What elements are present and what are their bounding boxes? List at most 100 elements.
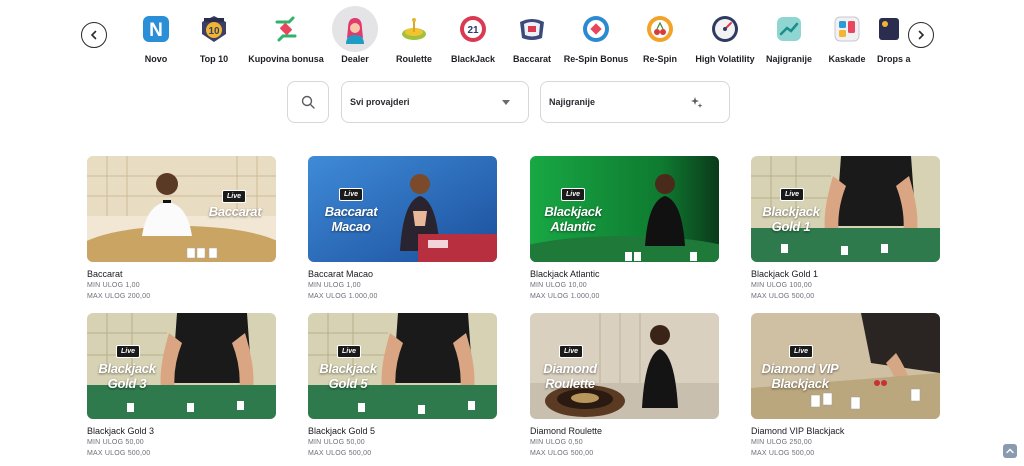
chevron-right-icon xyxy=(918,30,925,40)
category-roulette[interactable]: Roulette xyxy=(388,6,440,70)
scroll-to-top-button[interactable] xyxy=(1003,444,1017,458)
game-min-bet: MIN ULOG 250,00 xyxy=(751,439,812,446)
prev-categories-button[interactable] xyxy=(81,22,107,48)
thumbnail-title: Diamond Roulette xyxy=(543,361,597,391)
live-badge: Live xyxy=(222,190,246,203)
provider-select[interactable]: Svi provajderi xyxy=(341,81,529,123)
game-thumbnail: Live Baccarat xyxy=(87,156,276,262)
game-max-bet: MAX ULOG 200,00 xyxy=(87,293,151,300)
game-name: Blackjack Gold 3 xyxy=(87,426,155,436)
category-label: BlackJack xyxy=(450,54,496,64)
game-max-bet: MAX ULOG 500,00 xyxy=(530,450,594,457)
category-label: Drops a xyxy=(877,54,911,64)
next-categories-button[interactable] xyxy=(908,22,934,48)
gauge-icon xyxy=(702,6,748,52)
game-min-bet: MIN ULOG 50,00 xyxy=(308,439,365,446)
category-najigranije[interactable]: Najigranije xyxy=(763,6,815,70)
category-re-spin[interactable]: Re-Spin xyxy=(636,6,684,70)
live-badge: Live xyxy=(339,188,363,201)
category-drops[interactable]: Drops a xyxy=(877,6,911,70)
sort-select[interactable]: Najigranije xyxy=(540,81,730,123)
live-badge: Live xyxy=(116,345,140,358)
category-kaskade[interactable]: Kaskade xyxy=(822,6,872,70)
game-card[interactable]: Live Diamond VIP Blackjack Diamond VIP B… xyxy=(751,313,940,459)
category-high-volatility[interactable]: High Volatility xyxy=(692,6,758,70)
category-kupovina-bonusa[interactable]: Kupovina bonusa xyxy=(246,6,326,70)
roulette-icon xyxy=(391,6,437,52)
game-thumbnail: Live Blackjack Gold 5 xyxy=(308,313,497,419)
cascade-icon xyxy=(824,6,870,52)
category-blackjack[interactable]: 21 BlackJack xyxy=(446,6,500,70)
cherry-icon xyxy=(637,6,683,52)
category-label: Najigranije xyxy=(765,54,812,64)
live-badge: Live xyxy=(561,188,585,201)
game-min-bet: MIN ULOG 1,00 xyxy=(87,282,140,289)
category-label: Roulette xyxy=(396,54,432,64)
game-name: Baccarat Macao xyxy=(308,269,374,279)
game-card[interactable]: Live Blackjack Gold 3 Blackjack Gold 3 M… xyxy=(87,313,276,459)
game-thumbnail: Live Baccarat Macao xyxy=(308,156,497,262)
thumbnail-title: Baccarat xyxy=(208,204,262,219)
category-label: Baccarat xyxy=(512,54,552,64)
game-thumbnail: Live Blackjack Atlantic xyxy=(530,156,719,262)
category-top-10[interactable]: 10 Top 10 xyxy=(183,6,245,70)
category-baccarat[interactable]: Baccarat xyxy=(506,6,558,70)
game-thumbnail: Live Blackjack Gold 3 xyxy=(87,313,276,419)
category-label: Dealer xyxy=(341,54,369,64)
game-card[interactable]: Live Blackjack Gold 5 Blackjack Gold 5 M… xyxy=(308,313,497,459)
game-card[interactable]: Live Diamond Roulette Diamond Roulette M… xyxy=(530,313,719,459)
baccarat-icon xyxy=(509,6,555,52)
search-button[interactable] xyxy=(287,81,329,123)
game-card[interactable]: Live Blackjack Gold 1 Blackjack Gold 1 M… xyxy=(751,156,940,302)
chevron-left-icon xyxy=(90,30,97,40)
game-thumbnail: Live Blackjack Gold 1 xyxy=(751,156,940,262)
thumbnail-title: Blackjack Atlantic xyxy=(544,204,602,234)
game-card[interactable]: Live Blackjack Atlantic Blackjack Atlant… xyxy=(530,156,719,302)
category-label: Re-Spin xyxy=(642,54,677,64)
game-name: Diamond Roulette xyxy=(530,426,603,436)
sort-select-value: Najigranije xyxy=(549,97,596,107)
game-name: Blackjack Gold 1 xyxy=(751,269,819,279)
game-name: Baccarat xyxy=(87,269,123,279)
game-min-bet: MIN ULOG 1,00 xyxy=(308,282,361,289)
dealer-icon xyxy=(332,6,378,52)
game-card[interactable]: Live Baccarat Macao Baccarat Macao MIN U… xyxy=(308,156,497,302)
game-max-bet: MAX ULOG 1.000,00 xyxy=(530,293,600,300)
category-label: Re-Spin Bonus xyxy=(563,54,629,64)
category-label: Kupovina bonusa xyxy=(248,54,324,64)
live-badge: Live xyxy=(337,345,361,358)
category-label: Novo xyxy=(144,54,168,64)
live-badge: Live xyxy=(789,345,813,358)
top10-badge-icon: 10 xyxy=(191,6,237,52)
live-badge: Live xyxy=(559,345,583,358)
game-thumbnail: Live Diamond VIP Blackjack xyxy=(751,313,940,419)
svg-text:N: N xyxy=(149,20,163,41)
svg-text:10: 10 xyxy=(208,26,220,37)
category-list: N Novo 10 Top 10 Kupovina bonusa Dealer xyxy=(125,6,911,70)
category-label: High Volatility xyxy=(695,54,755,64)
game-max-bet: MAX ULOG 500,00 xyxy=(751,450,815,457)
search-icon xyxy=(301,95,315,109)
category-dealer[interactable]: Dealer xyxy=(329,6,381,70)
game-min-bet: MIN ULOG 50,00 xyxy=(87,439,144,446)
category-label: Kaskade xyxy=(828,54,866,64)
category-novo[interactable]: N Novo xyxy=(125,6,187,70)
game-max-bet: MAX ULOG 1.000,00 xyxy=(308,293,378,300)
respin-bonus-icon xyxy=(573,6,619,52)
game-name: Blackjack Gold 5 xyxy=(308,426,376,436)
blackjack-21-icon: 21 xyxy=(450,6,496,52)
thumbnail-title: Blackjack Gold 3 xyxy=(98,361,156,391)
svg-text:21: 21 xyxy=(467,25,479,36)
game-name: Blackjack Atlantic xyxy=(530,269,600,279)
chevron-up-icon xyxy=(1006,448,1014,454)
game-min-bet: MIN ULOG 10,00 xyxy=(530,282,587,289)
game-thumbnail: Live Diamond Roulette xyxy=(530,313,719,419)
category-re-spin-bonus[interactable]: Re-Spin Bonus xyxy=(562,6,630,70)
category-label: Top 10 xyxy=(199,54,229,64)
buy-bonus-icon xyxy=(263,6,309,52)
game-card[interactable]: Live Baccarat Baccarat MIN ULOG 1,00 MAX… xyxy=(87,156,276,302)
drops-icon xyxy=(877,6,911,52)
game-max-bet: MAX ULOG 500,00 xyxy=(751,293,815,300)
thumbnail-title: Diamond VIP Blackjack xyxy=(761,361,839,391)
game-max-bet: MAX ULOG 500,00 xyxy=(308,450,372,457)
